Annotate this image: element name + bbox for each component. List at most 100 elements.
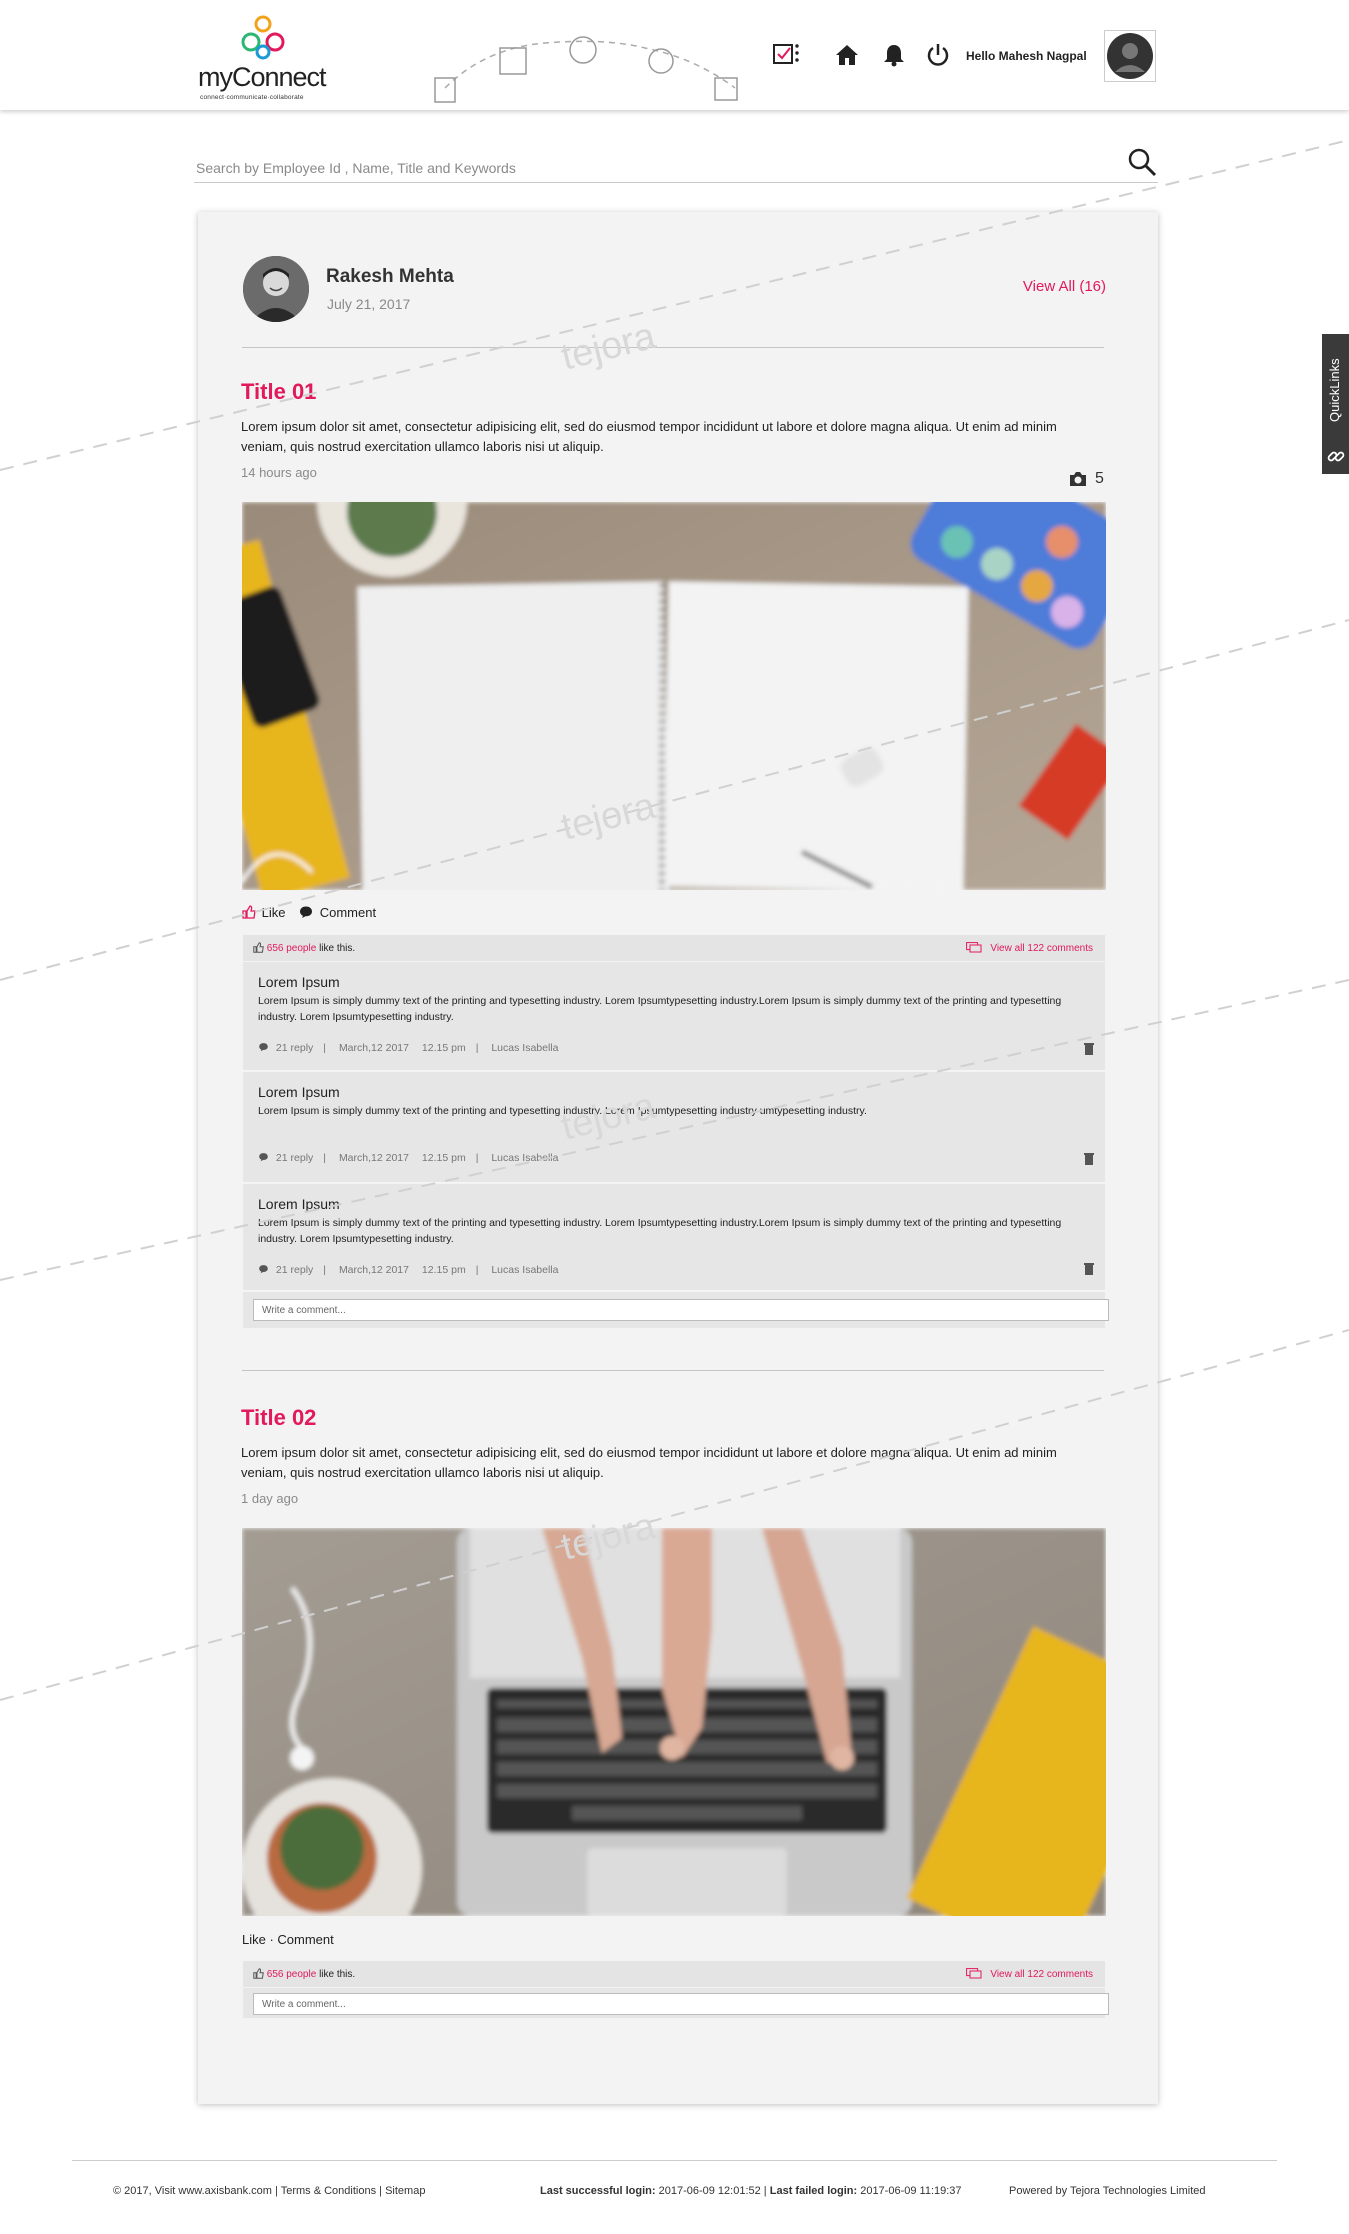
trash-icon[interactable]: [1083, 1262, 1095, 1276]
divider: [242, 347, 1104, 348]
thumb-icon: [253, 942, 264, 953]
calendar-menu-icon[interactable]: [773, 40, 799, 66]
footer-copyright: © 2017, Visit: [113, 2185, 176, 2197]
comment-item: Lorem Ipsum Lorem Ipsum is simply dummy …: [243, 1184, 1105, 1291]
post-image[interactable]: [242, 502, 1106, 890]
user-avatar[interactable]: [1104, 30, 1156, 82]
footer-terms-link[interactable]: Terms & Conditions: [281, 2185, 376, 2197]
logo-mark-icon: [241, 15, 285, 60]
comment-meta: 21 reply | March,12 2017 12.15 pm | Lucas …: [258, 1042, 568, 1054]
like-summary-bar: 656 people like this. View all 122 comme…: [243, 935, 1105, 961]
post-body: Lorem ipsum dolor sit amet, consectetur …: [241, 419, 1057, 454]
photo-count-value: 5: [1095, 470, 1104, 487]
like-summary-bar: 656 people like this. View all 122 comme…: [243, 1961, 1105, 1987]
footer-left: © 2017, Visit www.axisbank.com | Terms &…: [113, 2185, 426, 2197]
header-illustration: [434, 36, 738, 103]
search-bar: [194, 148, 1158, 183]
greeting: Hello Mahesh Nagpal: [966, 49, 1087, 63]
author-date: July 21, 2017: [327, 296, 411, 312]
footer-divider: [72, 2160, 1277, 2161]
reply-icon: [259, 1043, 268, 1052]
power-icon[interactable]: [925, 42, 951, 68]
last-login-label: Last successful login:: [540, 2185, 656, 2197]
comment-title: Lorem Ipsum: [258, 974, 340, 990]
comment-box: [243, 1292, 1109, 1328]
post-time: 1 day ago: [241, 1491, 299, 1506]
comment-replies[interactable]: 21 reply: [276, 1264, 313, 1276]
comment-item: Lorem Ipsum Lorem Ipsum is simply dummy …: [243, 962, 1105, 1071]
view-comments-link[interactable]: View all 122 comments: [965, 942, 1093, 954]
quicklinks-label: QuickLinks: [1327, 358, 1342, 422]
comment-text: Lorem Ipsum is simply dummy text of the …: [258, 1217, 1062, 1245]
post-title[interactable]: Title 02: [241, 1405, 316, 1431]
comment-date: March,12 2017: [338, 1042, 409, 1054]
trash-icon[interactable]: [1083, 1042, 1095, 1056]
last-login-value: 2017-06-09 12:01:52: [658, 2185, 761, 2197]
comment-item: Lorem Ipsum Lorem Ipsum is simply dummy …: [243, 1072, 1105, 1183]
trash-icon[interactable]: [1083, 1152, 1095, 1166]
footer-sitemap-link[interactable]: Sitemap: [385, 2185, 425, 2197]
comment-replies[interactable]: 21 reply: [276, 1042, 313, 1054]
divider: [242, 1370, 1104, 1371]
comment-time: 12.15 pm: [421, 1264, 466, 1276]
thumb-icon: [253, 1968, 264, 1979]
post-title[interactable]: Title 01: [241, 379, 316, 405]
comment-button[interactable]: Comment: [320, 905, 376, 920]
footer-powered: Powered by Tejora Technologies Limited: [1009, 2185, 1206, 2197]
like-count[interactable]: 656 people: [267, 1969, 317, 1980]
comment-input[interactable]: [253, 1299, 1109, 1321]
post-image[interactable]: [242, 1528, 1106, 1916]
bell-icon[interactable]: [881, 42, 907, 68]
comment-author[interactable]: Lucas Isabella: [491, 1264, 558, 1276]
search-icon[interactable]: [1126, 146, 1158, 178]
comment-title: Lorem Ipsum: [258, 1084, 340, 1100]
author-avatar[interactable]: [243, 256, 309, 322]
home-icon[interactable]: [834, 42, 860, 68]
logo-text: myConnect: [198, 62, 327, 92]
search-input[interactable]: [194, 156, 1098, 180]
post-actions: Like Comment: [242, 905, 376, 920]
footer-login-info: Last successful login: 2017-06-09 12:01:…: [540, 2185, 962, 2197]
comment-meta: 21 reply | March,12 2017 12.15 pm | Lucas …: [258, 1152, 568, 1164]
comment-text: Lorem Ipsum is simply dummy text of the …: [258, 1105, 867, 1117]
feed-card: Rakesh Mehta July 21, 2017 View All (16)…: [198, 212, 1158, 2104]
powered-by-label: Powered by: [1009, 2185, 1068, 2197]
like-button[interactable]: Like: [262, 905, 286, 920]
user-avatar-icon: [1107, 33, 1153, 79]
comment-date: March,12 2017: [338, 1152, 409, 1164]
like-count[interactable]: 656 people: [267, 943, 317, 954]
comments-icon: [965, 942, 982, 953]
comment-time: 12.15 pm: [421, 1152, 466, 1164]
comments-icon: [965, 1968, 982, 1979]
comment-text: Lorem Ipsum is simply dummy text of the …: [258, 995, 1062, 1023]
clipboard-icon: [434, 77, 456, 103]
camera-icon: [1070, 472, 1086, 486]
post-actions[interactable]: Like · Comment: [242, 1932, 334, 1947]
author-photo: [243, 256, 309, 322]
logo[interactable]: myConnect connect·communicate·collaborat…: [198, 14, 328, 104]
view-comments-text: View all 122 comments: [990, 1969, 1093, 1980]
footer-site-link[interactable]: www.axisbank.com: [178, 2185, 272, 2197]
comment-icon[interactable]: [299, 905, 313, 919]
comment-author[interactable]: Lucas Isabella: [491, 1152, 558, 1164]
like-summary: 656 people like this.: [253, 1968, 355, 1980]
reply-icon: [259, 1153, 268, 1162]
like-suffix: like this.: [319, 943, 356, 954]
quicklinks-tab[interactable]: QuickLinks: [1322, 334, 1349, 474]
reply-icon: [259, 1265, 268, 1274]
view-comments-link[interactable]: View all 122 comments: [965, 1968, 1093, 1980]
top-header: myConnect connect·communicate·collaborat…: [0, 0, 1349, 110]
view-comments-text: View all 122 comments: [990, 943, 1093, 954]
comment-input[interactable]: [253, 1993, 1109, 2015]
comment-author[interactable]: Lucas Isabella: [491, 1042, 558, 1054]
globe-icon: [569, 36, 597, 64]
comment-time: 12.15 pm: [421, 1042, 466, 1054]
logo-tagline: connect·communicate·collaborate: [200, 94, 304, 101]
view-all-link[interactable]: View All (16): [1023, 278, 1106, 295]
like-icon[interactable]: [242, 905, 256, 919]
company-link[interactable]: Tejora Technologies Limited: [1070, 2185, 1206, 2197]
comment-replies[interactable]: 21 reply: [276, 1152, 313, 1164]
author-name[interactable]: Rakesh Mehta: [326, 266, 454, 288]
comment-title: Lorem Ipsum: [258, 1196, 340, 1212]
notebook-desk-photo: [242, 502, 1106, 890]
